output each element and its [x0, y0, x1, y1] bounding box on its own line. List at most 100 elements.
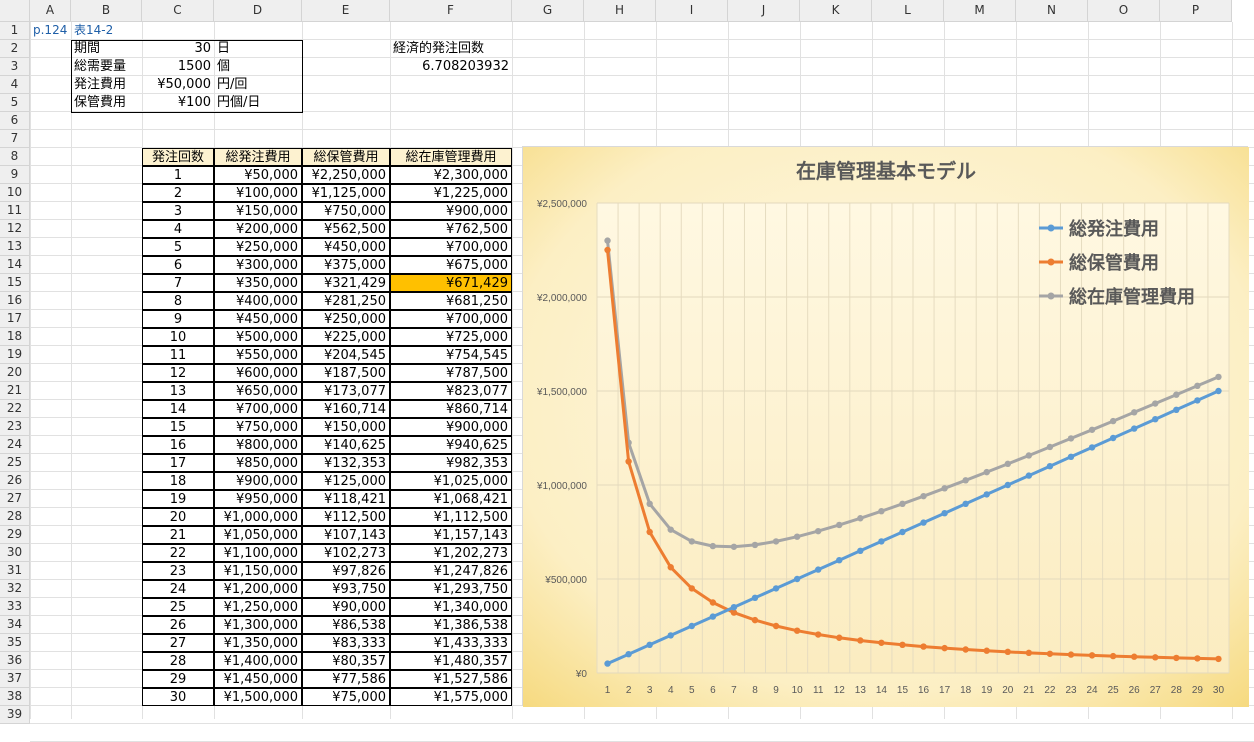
table-row-cell[interactable]: 6: [142, 256, 214, 274]
table-row-cell[interactable]: ¥675,000: [390, 256, 512, 274]
table-row-cell[interactable]: 13: [142, 382, 214, 400]
table-row-cell[interactable]: 23: [142, 562, 214, 580]
ref-page-cell[interactable]: p.124: [30, 22, 71, 40]
table-row-cell[interactable]: ¥1,575,000: [390, 688, 512, 706]
row-header-13[interactable]: 13: [0, 238, 30, 256]
column-header-a[interactable]: A: [30, 0, 71, 22]
eoq-label-cell[interactable]: 経済的発注回数: [390, 40, 530, 58]
table-row-cell[interactable]: ¥1,450,000: [214, 670, 302, 688]
row-header-34[interactable]: 34: [0, 616, 30, 634]
table-row-cell[interactable]: ¥2,300,000: [390, 166, 512, 184]
table-row-cell[interactable]: ¥762,500: [390, 220, 512, 238]
table-row-cell[interactable]: ¥550,000: [214, 346, 302, 364]
row-header-31[interactable]: 31: [0, 562, 30, 580]
table-row-cell[interactable]: ¥823,077: [390, 382, 512, 400]
table-row-cell[interactable]: ¥787,500: [390, 364, 512, 382]
table-row-cell[interactable]: ¥80,357: [302, 652, 390, 670]
table-row-cell[interactable]: 17: [142, 454, 214, 472]
table-row-cell[interactable]: 27: [142, 634, 214, 652]
table-row-cell[interactable]: ¥681,250: [390, 292, 512, 310]
param-label-cell[interactable]: 期間: [71, 40, 142, 58]
table-row-cell[interactable]: ¥107,143: [302, 526, 390, 544]
table-row-cell[interactable]: ¥250,000: [302, 310, 390, 328]
row-header-36[interactable]: 36: [0, 652, 30, 670]
table-row-cell[interactable]: 19: [142, 490, 214, 508]
table-row-cell[interactable]: ¥97,826: [302, 562, 390, 580]
table-row-cell[interactable]: 22: [142, 544, 214, 562]
table-row-cell[interactable]: ¥86,538: [302, 616, 390, 634]
table-row-cell[interactable]: 12: [142, 364, 214, 382]
table-row-cell[interactable]: ¥1,386,538: [390, 616, 512, 634]
param-value-cell[interactable]: ¥50,000: [142, 76, 214, 94]
row-header-14[interactable]: 14: [0, 256, 30, 274]
line-chart[interactable]: ¥0 ¥500,000 ¥1,000,000 ¥1,500,000 ¥2,000,000…: [523, 147, 1249, 707]
row-header-30[interactable]: 30: [0, 544, 30, 562]
table-row-cell[interactable]: ¥102,273: [302, 544, 390, 562]
table-row-cell[interactable]: ¥600,000: [214, 364, 302, 382]
table-row-cell[interactable]: 3: [142, 202, 214, 220]
row-header-19[interactable]: 19: [0, 346, 30, 364]
table-row-cell[interactable]: 21: [142, 526, 214, 544]
column-header-p[interactable]: P: [1160, 0, 1232, 22]
table-row-cell[interactable]: 28: [142, 652, 214, 670]
row-header-37[interactable]: 37: [0, 670, 30, 688]
row-header-24[interactable]: 24: [0, 436, 30, 454]
row-header-35[interactable]: 35: [0, 634, 30, 652]
column-header-l[interactable]: L: [872, 0, 944, 22]
table-row-cell[interactable]: ¥450,000: [214, 310, 302, 328]
table-row-cell[interactable]: ¥1,050,000: [214, 526, 302, 544]
row-header-7[interactable]: 7: [0, 130, 30, 148]
row-header-22[interactable]: 22: [0, 400, 30, 418]
table-row-cell[interactable]: ¥1,247,826: [390, 562, 512, 580]
table-row-cell[interactable]: ¥118,421: [302, 490, 390, 508]
row-header-15[interactable]: 15: [0, 274, 30, 292]
table-row-cell[interactable]: ¥1,340,000: [390, 598, 512, 616]
table-row-cell[interactable]: ¥125,000: [302, 472, 390, 490]
table-row-cell[interactable]: ¥173,077: [302, 382, 390, 400]
table-row-cell[interactable]: ¥700,000: [214, 400, 302, 418]
row-header-33[interactable]: 33: [0, 598, 30, 616]
column-header-d[interactable]: D: [214, 0, 302, 22]
column-header-c[interactable]: C: [142, 0, 214, 22]
table-row-cell[interactable]: ¥132,353: [302, 454, 390, 472]
table-row-cell[interactable]: ¥1,200,000: [214, 580, 302, 598]
column-header-o[interactable]: O: [1088, 0, 1160, 22]
table-row-cell[interactable]: ¥1,250,000: [214, 598, 302, 616]
table-row-cell[interactable]: 11: [142, 346, 214, 364]
table-row-cell[interactable]: 8: [142, 292, 214, 310]
table-row-cell[interactable]: ¥860,714: [390, 400, 512, 418]
table-row-cell[interactable]: ¥1,500,000: [214, 688, 302, 706]
column-header-e[interactable]: E: [302, 0, 390, 22]
table-header-cell[interactable]: 総発注費用: [214, 148, 302, 166]
param-label-cell[interactable]: 保管費用: [71, 94, 142, 112]
table-row-cell[interactable]: ¥140,625: [302, 436, 390, 454]
table-row-cell[interactable]: 29: [142, 670, 214, 688]
table-row-cell[interactable]: ¥562,500: [302, 220, 390, 238]
table-row-cell[interactable]: 15: [142, 418, 214, 436]
table-row-cell[interactable]: ¥500,000: [214, 328, 302, 346]
table-row-cell[interactable]: ¥750,000: [214, 418, 302, 436]
table-header-cell[interactable]: 総在庫管理費用: [390, 148, 512, 166]
column-header-b[interactable]: B: [71, 0, 142, 22]
row-header-9[interactable]: 9: [0, 166, 30, 184]
row-header-17[interactable]: 17: [0, 310, 30, 328]
table-row-cell[interactable]: ¥350,000: [214, 274, 302, 292]
table-row-cell[interactable]: ¥75,000: [302, 688, 390, 706]
table-row-cell[interactable]: ¥204,545: [302, 346, 390, 364]
table-row-cell[interactable]: ¥725,000: [390, 328, 512, 346]
row-header-25[interactable]: 25: [0, 454, 30, 472]
table-row-cell[interactable]: ¥150,000: [214, 202, 302, 220]
table-row-cell[interactable]: ¥321,429: [302, 274, 390, 292]
table-row-cell[interactable]: 24: [142, 580, 214, 598]
table-row-cell[interactable]: ¥850,000: [214, 454, 302, 472]
table-row-cell[interactable]: ¥300,000: [214, 256, 302, 274]
table-row-cell[interactable]: ¥250,000: [214, 238, 302, 256]
table-row-cell[interactable]: ¥800,000: [214, 436, 302, 454]
row-header-1[interactable]: 1: [0, 22, 30, 40]
table-row-cell[interactable]: ¥940,625: [390, 436, 512, 454]
param-label-cell[interactable]: 発注費用: [71, 76, 142, 94]
table-row-cell[interactable]: 9: [142, 310, 214, 328]
table-row-cell[interactable]: 16: [142, 436, 214, 454]
row-header-3[interactable]: 3: [0, 58, 30, 76]
table-row-cell[interactable]: ¥187,500: [302, 364, 390, 382]
